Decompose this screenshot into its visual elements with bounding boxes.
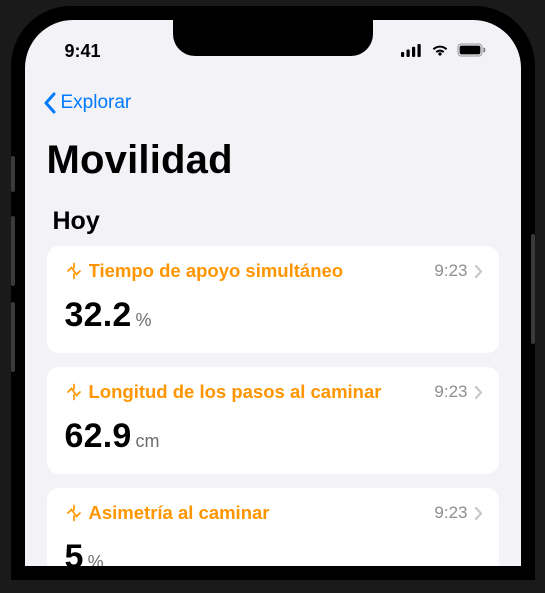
status-time: 9:41 [65,41,101,62]
metric-card[interactable]: Asimetría al caminar 9:23 5 % [47,488,499,566]
mobility-icon [65,383,83,401]
chevron-left-icon [43,92,57,114]
battery-icon [457,41,487,62]
back-label: Explorar [61,92,132,114]
metric-unit: % [88,552,104,566]
chevron-right-icon [474,385,483,400]
back-button[interactable]: Explorar [25,68,521,124]
metric-value: 62.9 [65,417,132,456]
metric-time: 9:23 [434,261,467,281]
metric-card[interactable]: Longitud de los pasos al caminar 9:23 62… [47,367,499,474]
metric-name: Tiempo de apoyo simultáneo [89,260,425,282]
metric-time: 9:23 [434,382,467,402]
mobility-icon [65,262,83,280]
mobility-icon [65,504,83,522]
wifi-icon [430,41,450,62]
metric-card[interactable]: Tiempo de apoyo simultáneo 9:23 32.2 % [47,246,499,353]
metric-unit: % [135,310,151,331]
device-notch [173,20,373,56]
cellular-icon [401,41,423,62]
chevron-right-icon [474,506,483,521]
chevron-right-icon [474,264,483,279]
metric-time: 9:23 [434,503,467,523]
section-title: Hoy [25,207,521,246]
metric-value: 5 [65,538,84,566]
metric-name: Asimetría al caminar [89,502,425,524]
page-title: Movilidad [25,124,521,207]
metric-unit: cm [135,431,159,452]
metric-value: 32.2 [65,296,132,335]
metric-name: Longitud de los pasos al caminar [89,381,425,403]
